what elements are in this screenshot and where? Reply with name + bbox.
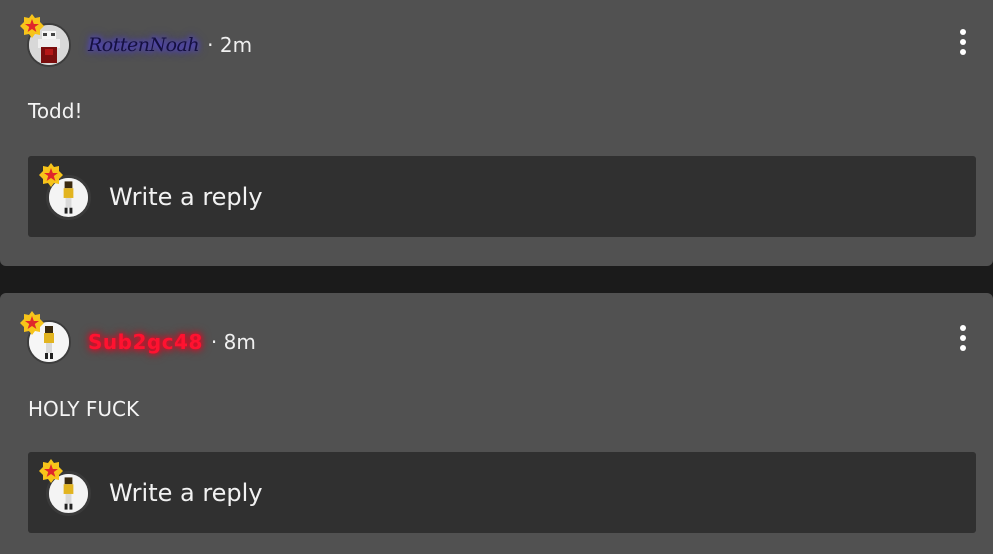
avatar-container[interactable] bbox=[20, 14, 71, 67]
username[interactable]: RottenNoah bbox=[88, 34, 200, 56]
username[interactable]: Sub2gc48 bbox=[88, 330, 203, 354]
more-vertical-icon[interactable] bbox=[959, 29, 967, 55]
comments-page: RottenNoah · 2m Todd! Write a reply Sub2… bbox=[0, 0, 993, 554]
timestamp: · 2m bbox=[207, 33, 253, 57]
star-badge-icon bbox=[20, 14, 44, 38]
current-user-avatar-container bbox=[39, 458, 91, 516]
more-vertical-icon[interactable] bbox=[959, 325, 967, 351]
comment-header: RottenNoah · 2m bbox=[20, 14, 253, 67]
comment-header: Sub2gc48 · 8m bbox=[20, 311, 256, 364]
current-user-avatar-container bbox=[39, 162, 91, 220]
reply-input[interactable]: Write a reply bbox=[28, 452, 976, 533]
timestamp: · 8m bbox=[210, 330, 256, 354]
reply-input[interactable]: Write a reply bbox=[28, 156, 976, 237]
comment-text: Todd! bbox=[28, 99, 83, 123]
comment-text: HOLY FUCK bbox=[28, 397, 140, 421]
star-badge-icon bbox=[39, 162, 63, 187]
comment-card: Sub2gc48 · 8m HOLY FUCK Write a reply bbox=[0, 293, 993, 554]
reply-placeholder: Write a reply bbox=[109, 478, 263, 507]
star-badge-icon bbox=[20, 311, 44, 335]
avatar-container[interactable] bbox=[20, 311, 71, 364]
comment-card: RottenNoah · 2m Todd! Write a reply bbox=[0, 0, 993, 266]
star-badge-icon bbox=[39, 458, 63, 483]
reply-placeholder: Write a reply bbox=[109, 182, 263, 211]
